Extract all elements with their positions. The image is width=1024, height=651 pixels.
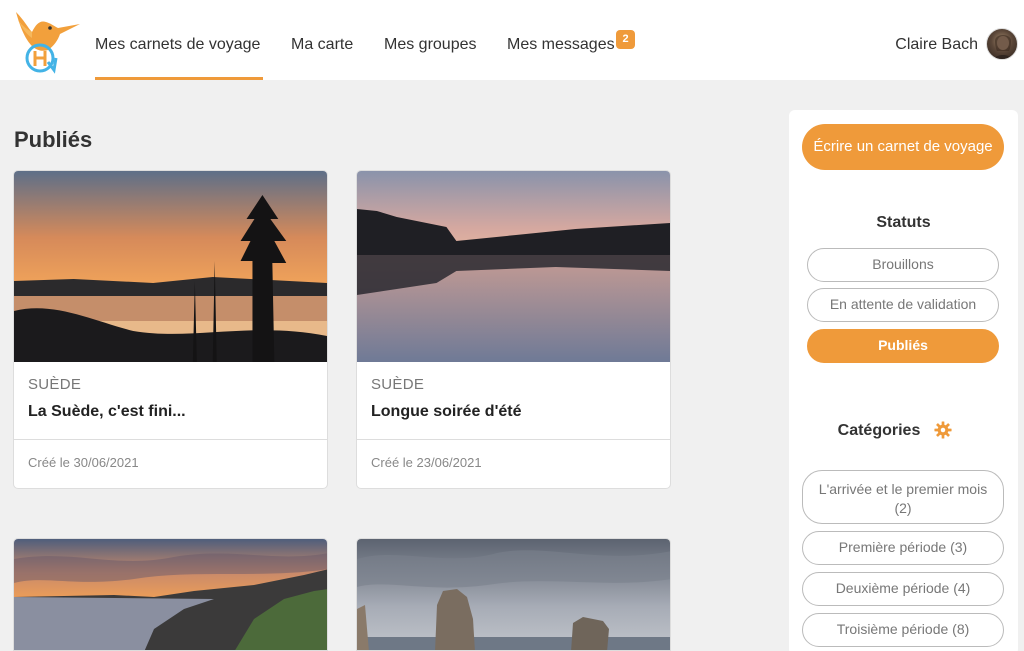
user-name[interactable]: Claire Bach [895,36,978,54]
category-filter-troisieme[interactable]: Troisième période (8) [802,613,1004,647]
write-travel-journal-button[interactable]: Écrire un carnet de voyage [802,124,1004,170]
card-title[interactable]: La Suède, c'est fini... [28,403,313,421]
nav-tab-carnets[interactable]: Mes carnets de voyage [95,36,260,54]
active-tab-indicator [95,77,263,80]
status-filter-brouillons[interactable]: Brouillons [807,248,999,282]
card-country: SUÈDE [371,376,425,393]
card-created-date: Créé le 23/06/2021 [371,455,482,470]
user-avatar[interactable] [986,28,1018,60]
top-navigation-bar: Mes carnets de voyage Ma carte Mes group… [0,0,1024,80]
travel-card[interactable]: SUÈDE Longue soirée d'été Créé le 23/06/… [356,170,671,489]
category-filter-deuxieme[interactable]: Deuxième période (4) [802,572,1004,606]
gear-icon[interactable] [934,421,952,439]
avatar-photo-icon [994,35,1012,59]
nav-tab-groupes[interactable]: Mes groupes [384,36,477,54]
card-image-sea-stacks [357,539,670,650]
travel-card[interactable] [13,538,328,651]
statuts-heading: Statuts [876,214,931,231]
travel-card[interactable]: SUÈDE La Suède, c'est fini... Créé le 30… [13,170,328,489]
card-image-sunset-lake [14,171,327,362]
category-filter-arrivee[interactable]: L'arrivée et le premier mois (2) [802,470,1004,524]
card-country: SUÈDE [28,376,82,393]
category-filter-premiere[interactable]: Première période (3) [802,531,1004,565]
status-filter-en-attente[interactable]: En attente de validation [807,288,999,322]
page-title: Publiés [14,127,93,152]
sidebar-panel: Écrire un carnet de voyage Statuts Broui… [789,110,1018,651]
travel-card[interactable] [356,538,671,651]
card-title[interactable]: Longue soirée d'été [371,403,656,421]
hummingbird-logo-icon[interactable] [10,6,82,76]
status-filter-publies[interactable]: Publiés [807,329,999,363]
messages-count-badge: 2 [616,30,635,49]
nav-tab-messages[interactable]: Mes messages [507,36,615,54]
card-image-calm-lake [357,171,670,362]
card-image-rocky-shore [14,539,327,650]
card-created-date: Créé le 30/06/2021 [28,455,139,470]
nav-tab-carte[interactable]: Ma carte [291,36,353,54]
